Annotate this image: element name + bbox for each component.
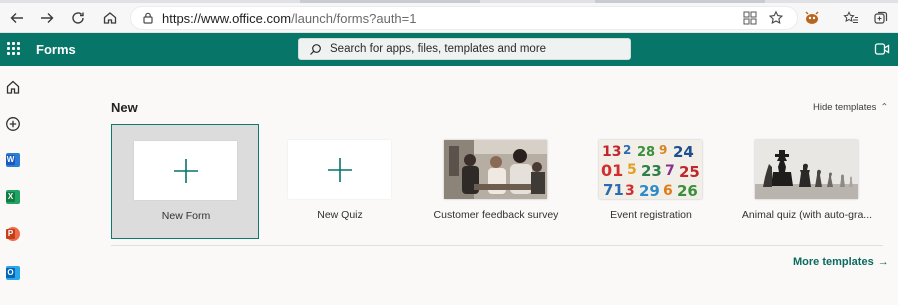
extension-icon[interactable] <box>801 7 823 29</box>
card-label: New Form <box>161 210 211 222</box>
svg-text:7: 7 <box>665 163 675 179</box>
animal-quiz-template-card[interactable]: Animal quiz (with auto-gra... <box>733 124 881 239</box>
new-form-card[interactable]: New Form <box>111 124 259 239</box>
favorites-icon[interactable] <box>840 7 862 29</box>
more-templates-link[interactable]: More templates → <box>793 256 889 268</box>
card-label: Event registration <box>610 209 692 221</box>
word-icon[interactable]: W <box>4 151 22 169</box>
svg-text:29: 29 <box>639 182 660 199</box>
chess-photo-thumbnail <box>755 140 858 199</box>
collections-icon[interactable] <box>870 7 892 29</box>
excel-icon[interactable]: X <box>4 188 22 206</box>
browser-toolbar: https://www.office.com/launch/forms?auth… <box>0 3 898 33</box>
meet-now-icon[interactable] <box>874 41 890 57</box>
svg-text:01: 01 <box>601 161 623 180</box>
create-icon[interactable] <box>4 115 22 133</box>
new-quiz-thumbnail <box>288 140 391 199</box>
event-registration-template-card[interactable]: 13 2 28 9 24 01 5 23 7 25 71 3 29 6 26 E… <box>577 124 725 239</box>
svg-text:13: 13 <box>602 144 621 160</box>
app-launcher-icon[interactable] <box>7 42 21 56</box>
hide-templates-button[interactable]: Hide templates ⌃ <box>813 102 888 113</box>
back-icon[interactable] <box>6 7 28 29</box>
customer-feedback-template-card[interactable]: Customer feedback survey <box>422 124 570 239</box>
svg-text:9: 9 <box>659 143 667 157</box>
more-templates-label: More templates <box>793 256 874 268</box>
powerpoint-icon[interactable]: P <box>4 225 22 243</box>
new-form-thumbnail <box>134 141 237 200</box>
card-label: New Quiz <box>317 209 363 221</box>
outlook-icon[interactable]: O <box>4 264 22 282</box>
svg-text:23: 23 <box>641 162 662 180</box>
app-rail: W X P O <box>0 66 26 305</box>
section-title: New <box>111 100 138 115</box>
svg-text:28: 28 <box>637 145 655 160</box>
arrow-right-icon: → <box>877 256 889 268</box>
home-nav-icon[interactable] <box>4 78 22 96</box>
apps-icon[interactable] <box>739 7 761 29</box>
svg-text:5: 5 <box>627 162 637 178</box>
url-text[interactable]: https://www.office.com/launch/forms?auth… <box>162 11 416 26</box>
svg-text:3: 3 <box>625 183 635 199</box>
divider <box>111 245 883 246</box>
search-input[interactable]: Search for apps, files, templates and mo… <box>298 38 631 60</box>
people-photo-thumbnail <box>444 140 547 199</box>
svg-text:25: 25 <box>679 163 700 181</box>
forward-icon[interactable] <box>36 7 58 29</box>
hide-templates-label: Hide templates <box>813 102 877 113</box>
plus-icon <box>327 157 352 182</box>
lock-icon[interactable] <box>141 11 155 25</box>
plus-icon <box>173 158 198 183</box>
new-quiz-card[interactable]: New Quiz <box>266 124 414 239</box>
home-icon[interactable] <box>99 7 121 29</box>
card-label: Customer feedback survey <box>433 209 559 221</box>
app-name[interactable]: Forms <box>36 42 76 57</box>
search-placeholder: Search for apps, files, templates and mo… <box>330 43 547 55</box>
refresh-icon[interactable] <box>67 7 89 29</box>
svg-text:71: 71 <box>603 181 624 199</box>
svg-text:6: 6 <box>663 183 673 199</box>
favorite-add-icon[interactable] <box>765 7 787 29</box>
search-icon <box>310 44 321 55</box>
address-bar[interactable]: https://www.office.com/launch/forms?auth… <box>130 6 798 30</box>
chevron-up-icon: ⌃ <box>880 102 889 113</box>
app-header: Forms Search for apps, files, templates … <box>0 33 898 66</box>
svg-text:2: 2 <box>623 143 631 157</box>
svg-text:24: 24 <box>673 143 694 161</box>
numbers-photo-thumbnail: 13 2 28 9 24 01 5 23 7 25 71 3 29 6 26 <box>599 140 702 199</box>
card-label: Animal quiz (with auto-gra... <box>741 209 873 221</box>
svg-text:26: 26 <box>677 182 698 199</box>
